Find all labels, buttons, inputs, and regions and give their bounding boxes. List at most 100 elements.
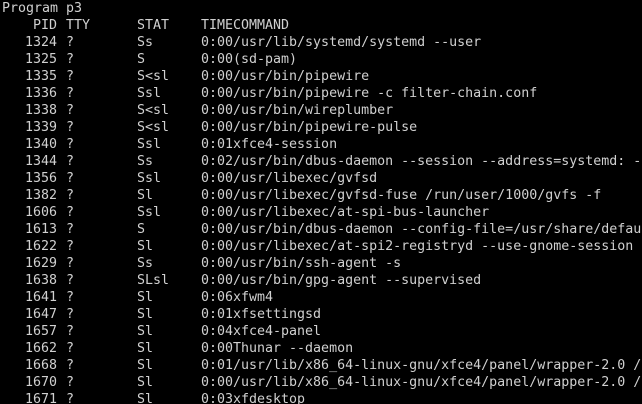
tty-cell: ? <box>66 137 75 152</box>
pid-cell: 1641 <box>24 290 57 305</box>
pid-cell: 1356 <box>24 171 57 186</box>
time-cell: 0:00 <box>201 222 234 237</box>
pid-cell: 1613 <box>24 222 57 237</box>
table-row: 1606? Ssl 0:00/usr/libexec/at-spi-bus-laun… <box>0 204 642 221</box>
table-row: 1325? S 0:00 (sd-pam) <box>0 51 642 68</box>
time-cell: 0:00 <box>201 239 234 254</box>
tty-cell: ? <box>66 69 75 84</box>
column-header-command: COMMAND <box>233 18 290 33</box>
time-cell: 0:00 <box>201 120 234 135</box>
stat-cell: Sl <box>137 375 154 390</box>
time-cell: 0:00 <box>201 52 234 67</box>
tty-cell: ? <box>66 222 75 237</box>
time-cell: 0:02 <box>201 154 234 169</box>
tty-cell: ? <box>66 358 75 373</box>
table-row: 1340? Ssl 0:01 xfce4-session <box>0 136 642 153</box>
command-cell: /usr/lib/x86_64-linux-gnu/xfce4/panel/wr… <box>233 358 642 373</box>
command-cell: xfce4-panel <box>233 324 322 339</box>
command-cell: /usr/libexec/gvfsd <box>233 171 378 186</box>
column-header-stat: STAT <box>137 18 170 33</box>
command-cell: Thunar --daemon <box>233 341 354 356</box>
terminal-window[interactable]: Program p3 PID TTY STAT TIME COMMAND 132… <box>0 0 642 404</box>
time-cell: 0:00 <box>201 103 234 118</box>
table-row: 1670? Sl 0:00/usr/lib/x86_64-linux-gnu/xfc… <box>0 374 642 391</box>
command-cell: /usr/bin/gpg-agent --supervised <box>233 273 482 288</box>
stat-cell: Sl <box>137 341 154 356</box>
pid-cell: 1325 <box>24 52 57 67</box>
stat-cell: Sl <box>137 239 154 254</box>
stat-cell: Sl <box>137 358 154 373</box>
stat-cell: SLsl <box>137 273 170 288</box>
table-row: 1657? Sl 0:04 xfce4-panel <box>0 323 642 340</box>
tty-cell: ? <box>66 171 75 186</box>
table-row: 1335? S<sl 0:00/usr/bin/pipewire <box>0 68 642 85</box>
stat-cell: Ssl <box>137 171 162 186</box>
command-cell: /usr/bin/pipewire <box>233 69 370 84</box>
pid-cell: 1339 <box>24 120 57 135</box>
tty-cell: ? <box>66 273 75 288</box>
pid-cell: 1324 <box>24 35 57 50</box>
command-cell: (sd-pam) <box>233 52 298 67</box>
pid-cell: 1629 <box>24 256 57 271</box>
command-cell: xfsettingsd <box>233 307 322 322</box>
tty-cell: ? <box>66 103 75 118</box>
time-cell: 0:00 <box>201 205 234 220</box>
tty-cell: ? <box>66 375 75 390</box>
time-cell: 0:00 <box>201 273 234 288</box>
time-cell: 0:00 <box>201 171 234 186</box>
time-cell: 0:00 <box>201 188 234 203</box>
stat-cell: Ss <box>137 154 154 169</box>
table-row: 1668? Sl 0:01/usr/lib/x86_64-linux-gnu/xfc… <box>0 357 642 374</box>
command-cell: /usr/bin/dbus-daemon --config-file=/usr/… <box>233 222 642 237</box>
time-cell: 0:00 <box>201 69 234 84</box>
time-cell: 0:03 <box>201 392 234 404</box>
tty-cell: ? <box>66 324 75 339</box>
table-row: 1638? SLsl 0:00/usr/bin/gpg-agent --superv… <box>0 272 642 289</box>
table-row: 1647? Sl 0:01 xfsettingsd <box>0 306 642 323</box>
time-cell: 0:04 <box>201 324 234 339</box>
tty-cell: ? <box>66 35 75 50</box>
command-cell: /usr/lib/x86_64-linux-gnu/xfce4/panel/wr… <box>233 375 642 390</box>
pid-cell: 1336 <box>24 86 57 101</box>
pid-cell: 1335 <box>24 69 57 84</box>
table-row: 1629? Ss 0:00/usr/bin/ssh-agent -s <box>0 255 642 272</box>
command-cell: /usr/libexec/at-spi-bus-launcher <box>233 205 490 220</box>
command-cell: /usr/bin/ssh-agent -s <box>233 256 402 271</box>
tty-cell: ? <box>66 120 75 135</box>
pid-cell: 1662 <box>24 341 57 356</box>
process-list: 1324? Ss 0:00/usr/lib/systemd/systemd --us… <box>0 34 642 404</box>
command-cell: /usr/bin/pipewire -c filter-chain.conf <box>233 86 538 101</box>
table-row: 1382? Sl 0:00/usr/libexec/gvfsd-fuse /run/… <box>0 187 642 204</box>
pid-cell: 1670 <box>24 375 57 390</box>
table-row: 1662? Sl 0:00 Thunar --daemon <box>0 340 642 357</box>
table-row: 1671? Sl 0:03 xfdesktop <box>0 391 642 404</box>
time-cell: 0:06 <box>201 290 234 305</box>
command-cell: /usr/libexec/at-spi2-registryd --use-gno… <box>233 239 634 254</box>
tty-cell: ? <box>66 307 75 322</box>
table-row: 1613? S 0:00/usr/bin/dbus-daemon --config-… <box>0 221 642 238</box>
tty-cell: ? <box>66 154 75 169</box>
command-cell: /usr/bin/pipewire-pulse <box>233 120 418 135</box>
pid-cell: 1606 <box>24 205 57 220</box>
table-row: 1344? Ss 0:02/usr/bin/dbus-daemon --sessio… <box>0 153 642 170</box>
stat-cell: Sl <box>137 392 154 404</box>
time-cell: 0:00 <box>201 35 234 50</box>
pid-cell: 1647 <box>24 307 57 322</box>
pid-cell: 1638 <box>24 273 57 288</box>
table-row: 1622? Sl 0:00/usr/libexec/at-spi2-registry… <box>0 238 642 255</box>
stat-cell: S<sl <box>137 120 170 135</box>
tty-cell: ? <box>66 205 75 220</box>
command-cell: xfdesktop <box>233 392 306 404</box>
command-cell: xfce4-session <box>233 137 338 152</box>
stat-cell: Sl <box>137 290 154 305</box>
time-cell: 0:01 <box>201 137 234 152</box>
stat-cell: Ssl <box>137 205 162 220</box>
table-header: PID TTY STAT TIME COMMAND <box>0 17 642 34</box>
table-row: 1324? Ss 0:00/usr/lib/systemd/systemd --us… <box>0 34 642 51</box>
time-cell: 0:00 <box>201 86 234 101</box>
time-cell: 0:01 <box>201 358 234 373</box>
tty-cell: ? <box>66 290 75 305</box>
stat-cell: S<sl <box>137 103 170 118</box>
stat-cell: Sl <box>137 324 154 339</box>
tty-cell: ? <box>66 86 75 101</box>
